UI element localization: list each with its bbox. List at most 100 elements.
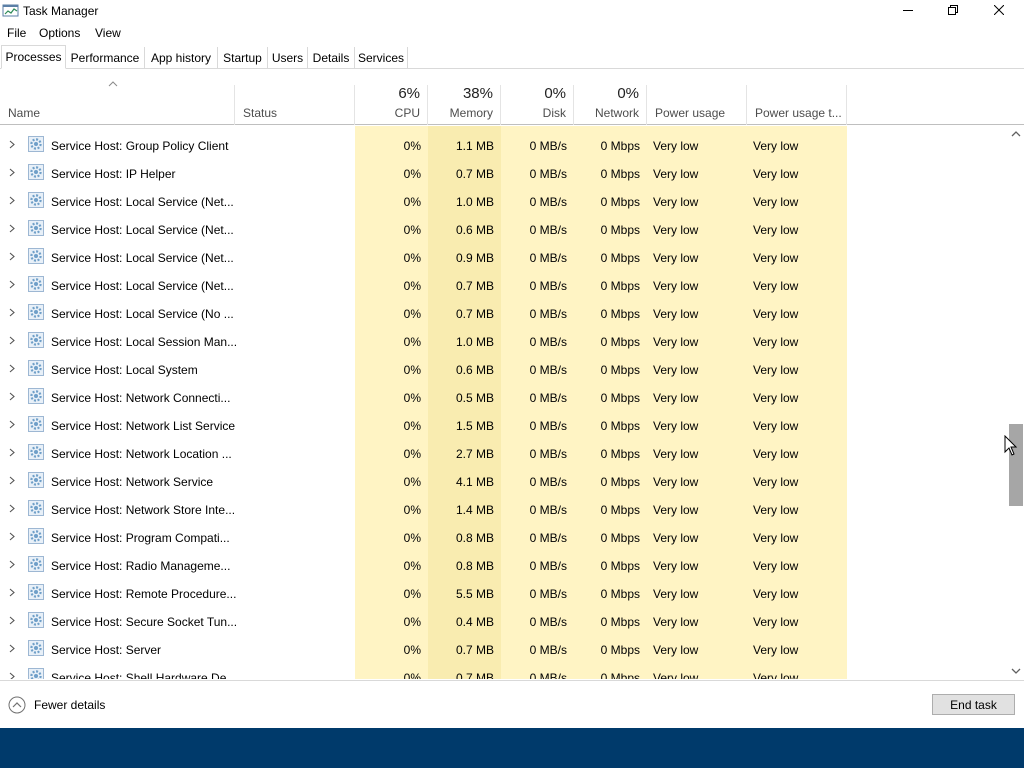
memory-value: 4.1 MB	[455, 475, 494, 489]
title-bar[interactable]: Task Manager	[0, 0, 1024, 23]
memory-value: 0.9 MB	[455, 251, 494, 265]
table-row[interactable]: Service Host: Radio Manageme... 0% 0.8 MB 0…	[0, 549, 1008, 577]
table-row[interactable]: Service Host: IP Helper 0% 0.7 MB 0 MB/s 0 M…	[0, 157, 1008, 185]
close-button[interactable]	[976, 0, 1022, 22]
table-row[interactable]: Service Host: Server 0% 0.7 MB 0 MB/s 0 Mbps…	[0, 633, 1008, 661]
tab-performance[interactable]: Performance	[66, 47, 145, 68]
table-row[interactable]: Service Host: Local Service (No ... 0% 0.7…	[0, 297, 1008, 325]
column-status[interactable]: Status	[235, 85, 355, 125]
chevron-right-icon[interactable]	[9, 560, 15, 569]
cpu-value: 0%	[403, 335, 421, 349]
table-row[interactable]: Service Host: Program Compati... 0% 0.8 MB…	[0, 521, 1008, 549]
chevron-right-icon[interactable]	[9, 252, 15, 261]
chevron-right-icon[interactable]	[9, 644, 15, 653]
scroll-up-arrow-icon[interactable]	[1011, 130, 1021, 138]
chevron-right-icon[interactable]	[9, 448, 15, 457]
power-usage-value: Very low	[653, 643, 699, 657]
disk-value: 0 MB/s	[529, 419, 567, 433]
chevron-right-icon[interactable]	[9, 336, 15, 345]
tab-app-history[interactable]: App history	[145, 47, 218, 68]
power-usage-trend-value: Very low	[753, 335, 799, 349]
table-row[interactable]: Service Host: Local Service (Net... 0% 0.7…	[0, 269, 1008, 297]
chevron-right-icon[interactable]	[9, 532, 15, 541]
power-usage-value: Very low	[653, 223, 699, 237]
chevron-right-icon[interactable]	[9, 504, 15, 513]
disk-value: 0 MB/s	[529, 643, 567, 657]
menu-options[interactable]: Options	[39, 26, 80, 40]
chevron-right-icon[interactable]	[9, 588, 15, 597]
chevron-right-icon[interactable]	[9, 476, 15, 485]
table-row[interactable]: Service Host: Secure Socket Tun... 0% 0.4 …	[0, 605, 1008, 633]
table-row[interactable]: Service Host: Local Session Man... 0% 1.0 …	[0, 325, 1008, 353]
chevron-up-circle-icon[interactable]	[8, 696, 26, 714]
power-usage-trend-value: Very low	[753, 475, 799, 489]
power-usage-trend-value: Very low	[753, 307, 799, 321]
vertical-scrollbar[interactable]	[1008, 126, 1024, 679]
process-name: Service Host: Local System	[51, 363, 198, 377]
end-task-button[interactable]: End task	[932, 694, 1015, 715]
table-row[interactable]: Service Host: Remote Procedure... 0% 5.5 M…	[0, 577, 1008, 605]
column-power-usage[interactable]: Power usage	[647, 85, 747, 125]
tab-details[interactable]: Details	[308, 47, 355, 68]
restore-icon	[948, 5, 958, 15]
chevron-right-icon[interactable]	[9, 224, 15, 233]
chevron-right-icon[interactable]	[9, 168, 15, 177]
column-memory[interactable]: 38% Memory	[428, 85, 501, 125]
chevron-right-icon[interactable]	[9, 616, 15, 625]
table-row[interactable]: Service Host: Group Policy Client 0% 1.1 M…	[0, 129, 1008, 157]
disk-value: 0 MB/s	[529, 503, 567, 517]
column-cpu-label: CPU	[394, 106, 420, 120]
tab-users[interactable]: Users	[268, 47, 308, 68]
chevron-right-icon[interactable]	[9, 392, 15, 401]
minimize-button[interactable]	[885, 0, 931, 22]
chevron-right-icon[interactable]	[9, 420, 15, 429]
chevron-right-icon[interactable]	[9, 364, 15, 373]
table-row[interactable]: Service Host: Local Service (Net... 0% 0.9…	[0, 241, 1008, 269]
tab-processes[interactable]: Processes	[1, 45, 66, 69]
column-cpu[interactable]: 6% CPU	[355, 85, 428, 125]
power-usage-value: Very low	[653, 475, 699, 489]
gear-icon	[28, 332, 44, 348]
column-network[interactable]: 0% Network	[574, 85, 647, 125]
table-row[interactable]: Service Host: Local Service (Net... 0% 1.0…	[0, 185, 1008, 213]
chevron-right-icon[interactable]	[9, 280, 15, 289]
chevron-right-icon[interactable]	[9, 140, 15, 149]
column-name[interactable]: Name	[0, 85, 235, 125]
table-row[interactable]: Service Host: Shell Hardware De... 0% 0.7 …	[0, 661, 1008, 679]
power-usage-value: Very low	[653, 251, 699, 265]
cpu-value: 0%	[403, 223, 421, 237]
cpu-value: 0%	[403, 391, 421, 405]
power-usage-value: Very low	[653, 335, 699, 349]
gear-icon	[28, 668, 44, 679]
table-row[interactable]: Service Host: Network Store Inte... 0% 1.4…	[0, 493, 1008, 521]
table-row[interactable]: Service Host: Network Location ... 0% 2.7 …	[0, 437, 1008, 465]
network-value: 0 Mbps	[600, 307, 640, 321]
fewer-details-link[interactable]: Fewer details	[34, 698, 105, 712]
tab-startup[interactable]: Startup	[218, 47, 268, 68]
column-disk[interactable]: 0% Disk	[501, 85, 574, 125]
menu-file[interactable]: File	[7, 26, 26, 40]
column-power-usage-trend[interactable]: Power usage t...	[747, 85, 847, 125]
menu-view[interactable]: View	[95, 26, 121, 40]
power-usage-trend-value: Very low	[753, 139, 799, 153]
memory-total: 38%	[462, 85, 493, 102]
scroll-down-arrow-icon[interactable]	[1011, 667, 1021, 675]
memory-value: 0.7 MB	[455, 671, 494, 679]
cpu-value: 0%	[403, 279, 421, 293]
table-row[interactable]: Service Host: Network Service 0% 4.1 MB 0 M…	[0, 465, 1008, 493]
network-value: 0 Mbps	[600, 139, 640, 153]
table-row[interactable]: Service Host: Local System 0% 0.6 MB 0 MB/s…	[0, 353, 1008, 381]
table-row[interactable]: Service Host: Network Connecti... 0% 0.5 M…	[0, 381, 1008, 409]
chevron-right-icon[interactable]	[9, 308, 15, 317]
cpu-value: 0%	[403, 643, 421, 657]
table-row[interactable]: Service Host: Network List Service 0% 1.5 …	[0, 409, 1008, 437]
chevron-right-icon[interactable]	[9, 196, 15, 205]
memory-value: 5.5 MB	[455, 587, 494, 601]
restore-button[interactable]	[930, 0, 976, 22]
process-name: Service Host: Radio Manageme...	[51, 559, 231, 573]
tab-services[interactable]: Services	[355, 47, 408, 68]
chevron-right-icon[interactable]	[9, 672, 15, 679]
table-row[interactable]: Service Host: Local Service (Net... 0% 0.6…	[0, 213, 1008, 241]
process-name: Service Host: Network Service	[51, 475, 214, 489]
mouse-cursor-icon	[1004, 435, 1018, 456]
